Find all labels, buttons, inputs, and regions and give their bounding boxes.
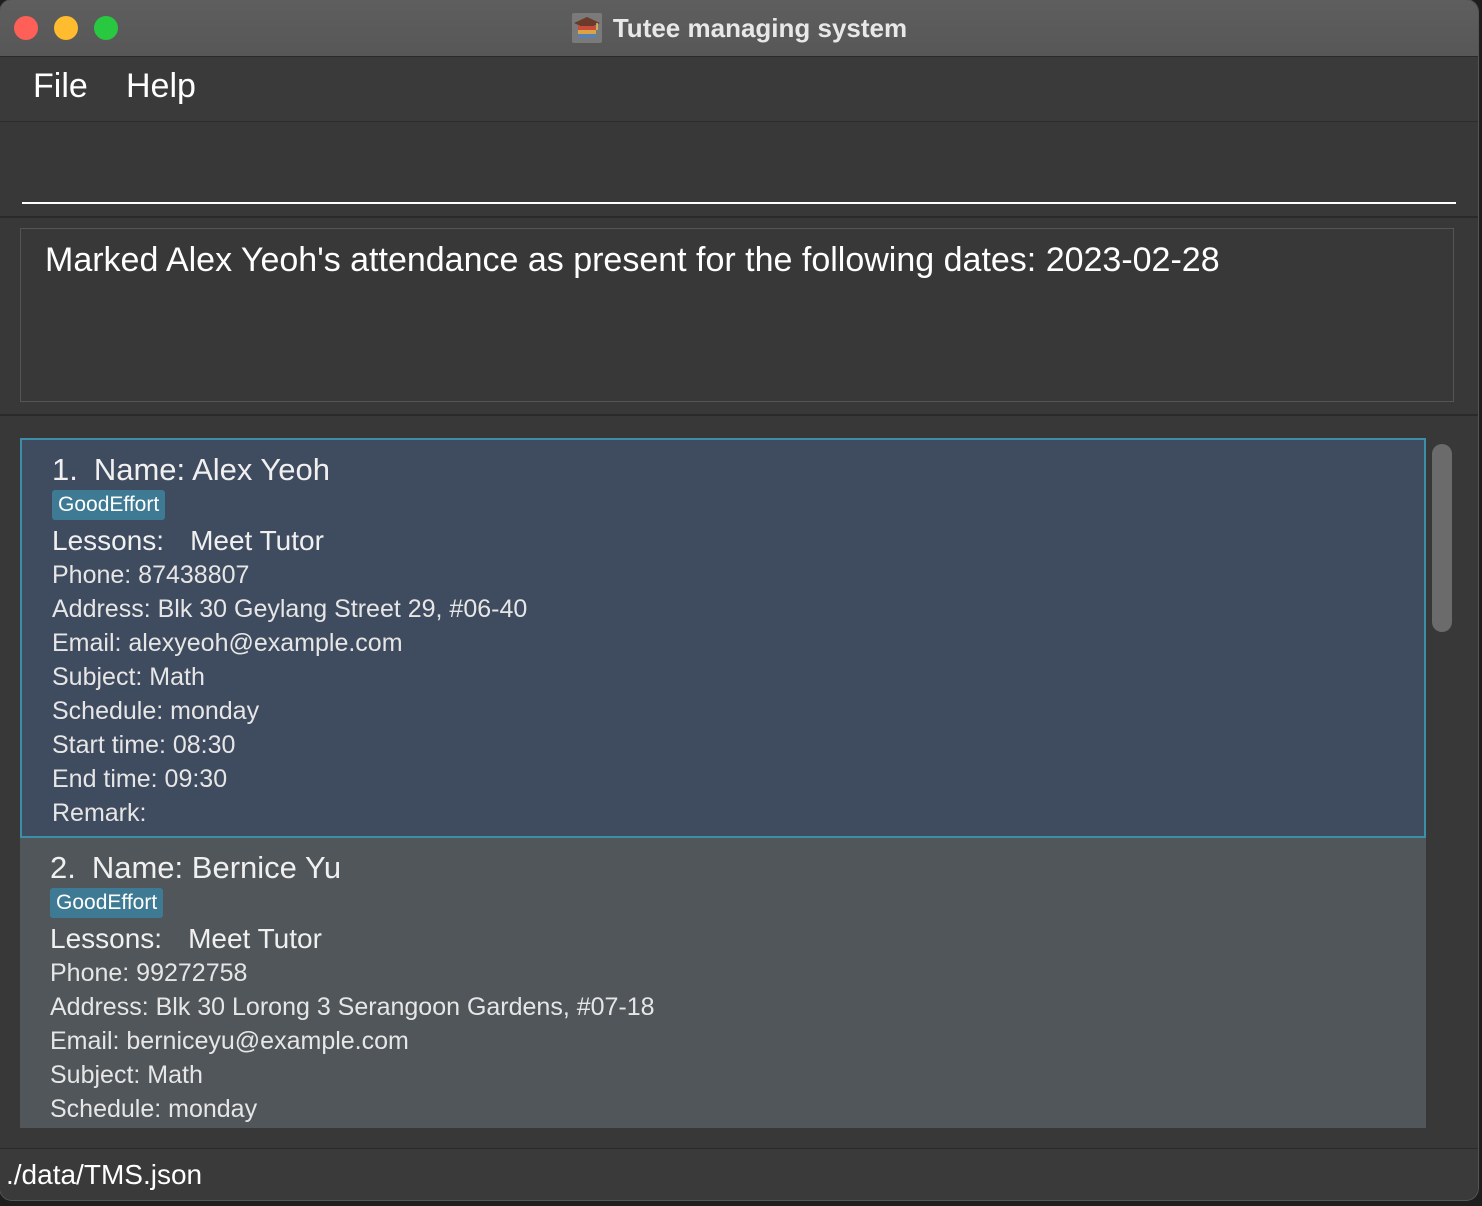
tutee-card-content: 1. Name: Alex Yeoh GoodEffort Lessons: Mee… (52, 452, 527, 830)
lessons-label: Lessons: (50, 923, 163, 954)
menu-file[interactable]: File (33, 67, 88, 106)
tutee-remark: Remark: (52, 799, 147, 827)
tutee-tag: GoodEffort (52, 490, 166, 520)
app-window: Tutee managing system File Help Marked A… (0, 0, 1478, 1200)
tutee-phone: Phone: 99272758 (50, 959, 248, 987)
tutee-email: Email: berniceyu@example.com (50, 1027, 409, 1055)
tutee-name-row: 2. Name: Bernice Yu (50, 850, 655, 886)
tutee-lessons-row: Lessons: Meet Tutor (50, 922, 655, 956)
save-file-path: ./data/TMS.json (6, 1159, 203, 1190)
result-message: Marked Alex Yeoh's attendance as present… (45, 241, 1220, 279)
lessons-label: Lessons: (52, 525, 165, 556)
command-box-container (0, 122, 1478, 218)
graduation-cap-books-icon (571, 12, 603, 44)
tutee-email: Email: alexyeoh@example.com (52, 629, 403, 657)
tutee-name: Name: Alex Yeoh (93, 452, 330, 487)
list-scrollbar-thumb[interactable] (1432, 444, 1452, 632)
tutee-subject: Subject: Math (50, 1061, 203, 1089)
tutee-address: Address: Blk 30 Geylang Street 29, #06-4… (52, 595, 528, 623)
list-scrollbar[interactable] (1430, 444, 1454, 1134)
result-display[interactable]: Marked Alex Yeoh's attendance as present… (20, 228, 1454, 402)
tutee-card-selected[interactable]: 1. Name: Alex Yeoh GoodEffort Lessons: Mee… (20, 438, 1426, 838)
tutee-list[interactable]: 1. Name: Alex Yeoh GoodEffort Lessons: Mee… (20, 438, 1426, 1128)
result-display-container: Marked Alex Yeoh's attendance as present… (0, 218, 1478, 416)
title-bar[interactable]: Tutee managing system (0, 0, 1478, 57)
tutee-card-content: 2. Name: Bernice Yu GoodEffort Lessons: Me… (50, 850, 655, 1126)
menu-bar: File Help (0, 57, 1478, 122)
tutee-address: Address: Blk 30 Lorong 3 Serangoon Garde… (50, 993, 655, 1021)
tutee-schedule: Schedule: monday (50, 1095, 258, 1123)
tutee-card[interactable]: 2. Name: Bernice Yu GoodEffort Lessons: Me… (20, 838, 1426, 1128)
command-input[interactable] (22, 122, 1456, 204)
tutee-index: 1. (52, 452, 78, 487)
lessons-value: Meet Tutor (188, 923, 322, 954)
tutee-subject: Subject: Math (52, 663, 205, 691)
title-group: Tutee managing system (0, 10, 1478, 46)
window-title: Tutee managing system (612, 12, 908, 43)
status-bar: ./data/TMS.json (0, 1148, 1478, 1200)
lessons-value: Meet Tutor (190, 525, 324, 556)
tutee-tag: GoodEffort (50, 888, 164, 918)
tutee-end-time: End time: 09:30 (52, 765, 228, 793)
tutee-schedule: Schedule: monday (52, 697, 260, 725)
tutee-phone: Phone: 87438807 (52, 561, 250, 589)
tutee-start-time: Start time: 08:30 (52, 731, 236, 759)
tutee-list-panel: 1. Name: Alex Yeoh GoodEffort Lessons: Mee… (0, 416, 1478, 1148)
tutee-index: 2. (50, 850, 76, 885)
menu-help[interactable]: Help (126, 67, 196, 106)
tutee-lessons-row: Lessons: Meet Tutor (52, 524, 527, 558)
tutee-name: Name: Bernice Yu (91, 850, 342, 885)
tutee-name-row: 1. Name: Alex Yeoh (52, 452, 527, 488)
